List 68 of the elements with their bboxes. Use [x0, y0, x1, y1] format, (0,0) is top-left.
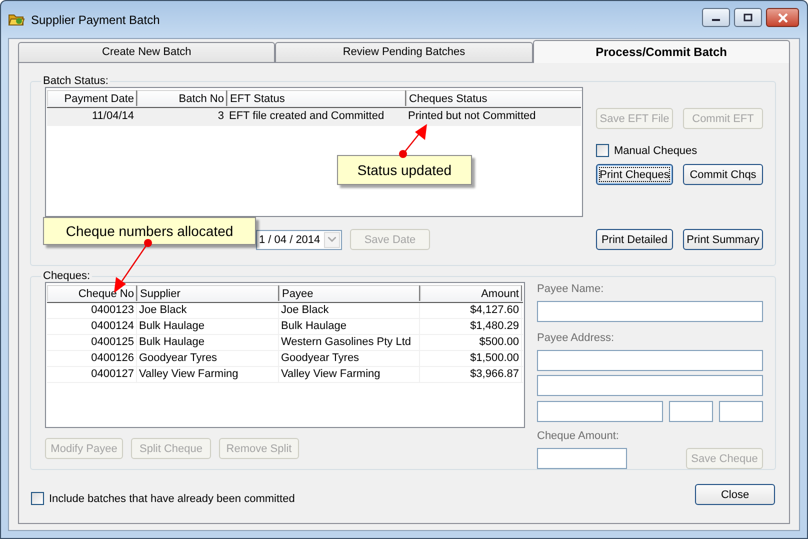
input-field[interactable]	[537, 401, 663, 422]
dropdown-icon[interactable]	[328, 237, 336, 242]
callout: Status updated	[337, 155, 472, 185]
table-cell: 0400127	[47, 367, 137, 382]
window-title: Supplier Payment Batch	[31, 12, 161, 26]
column-header[interactable]: Payment Date	[47, 90, 137, 106]
field-label: Cheque Amount:	[537, 430, 620, 444]
table-cell: Valley View Farming	[137, 367, 279, 382]
checkbox-label: Manual Cheques	[614, 144, 698, 156]
table-cell: 0400123	[47, 303, 137, 318]
folder-icon	[8, 12, 25, 27]
table-cell-text: EFT file created and Committed	[228, 109, 386, 124]
column-header[interactable]: Supplier	[137, 285, 279, 301]
maximize-button[interactable]	[734, 8, 762, 27]
table-cell: Joe Black	[137, 303, 279, 318]
table-cell: Bulk Haulage	[137, 335, 279, 350]
table-cell: 0400124	[47, 319, 137, 334]
tab[interactable]: Create New Batch	[18, 42, 276, 62]
column-header[interactable]: EFT Status	[227, 90, 406, 106]
tab[interactable]: Review Pending Batches	[275, 42, 533, 62]
table-cell: Valley View Farming	[279, 367, 420, 382]
table-cell-text: 3	[216, 109, 225, 124]
field-label: Payee Name:	[537, 283, 605, 297]
close-icon	[776, 12, 788, 22]
table-cell: $500.00	[420, 335, 522, 350]
column-header[interactable]: Amount	[420, 285, 522, 301]
table-cell-text: 11/04/14	[90, 109, 135, 124]
table-cell: $4,127.60	[420, 303, 522, 318]
group-title: Batch Status:	[42, 75, 110, 87]
table-cell: Western Gasolines Pty Ltd	[279, 335, 420, 350]
table-cell: $1,500.00	[420, 351, 522, 366]
table-cell: Joe Black	[279, 303, 420, 318]
column-header[interactable]: Payee	[279, 285, 420, 301]
checkbox[interactable]	[31, 492, 44, 505]
checkbox[interactable]	[596, 144, 609, 157]
table-cell: 0400125	[47, 335, 137, 350]
table-cell: $3,966.87	[420, 367, 522, 382]
input-field[interactable]	[537, 301, 763, 322]
table-cell-text: Printed but not Committed	[407, 109, 537, 124]
cheque-button[interactable]: Print Cheques	[596, 164, 673, 185]
table-cell: Bulk Haulage	[137, 319, 279, 334]
checkbox-label: Include batches that have already been committed	[49, 492, 295, 504]
print-button[interactable]: Print Detailed	[596, 229, 673, 250]
table-cell: $1,480.29	[420, 319, 522, 334]
input-field[interactable]	[537, 448, 627, 469]
cheque-button[interactable]: Commit Chqs	[683, 164, 763, 185]
input-field[interactable]	[719, 401, 763, 422]
window-close-button[interactable]	[766, 8, 799, 27]
input-field[interactable]	[537, 350, 763, 371]
column-header[interactable]: Cheques Status	[406, 90, 582, 106]
close-button[interactable]: Close	[695, 484, 775, 505]
column-header[interactable]: Batch No	[137, 90, 227, 106]
print-button[interactable]: Print Summary	[683, 229, 763, 250]
table-cell: Goodyear Tyres	[279, 351, 420, 366]
tab[interactable]: Process/Commit Batch	[532, 40, 790, 63]
minimize-button[interactable]	[702, 8, 730, 27]
table-cell: 0400126	[47, 351, 137, 366]
input-field[interactable]	[669, 401, 713, 422]
field-label: Payee Address:	[537, 332, 616, 346]
callout: Cheque numbers allocated	[43, 217, 256, 245]
date-value: 1 / 04 / 2014	[259, 234, 320, 246]
table-cell: Bulk Haulage	[279, 319, 420, 334]
table-cell: Goodyear Tyres	[137, 351, 279, 366]
group-title: Cheques:	[42, 270, 92, 282]
pointer-arrow	[399, 124, 427, 158]
maximize-icon	[743, 13, 753, 22]
date-field[interactable]: 1 / 04 / 2014	[256, 230, 342, 250]
input-field[interactable]	[537, 375, 763, 396]
